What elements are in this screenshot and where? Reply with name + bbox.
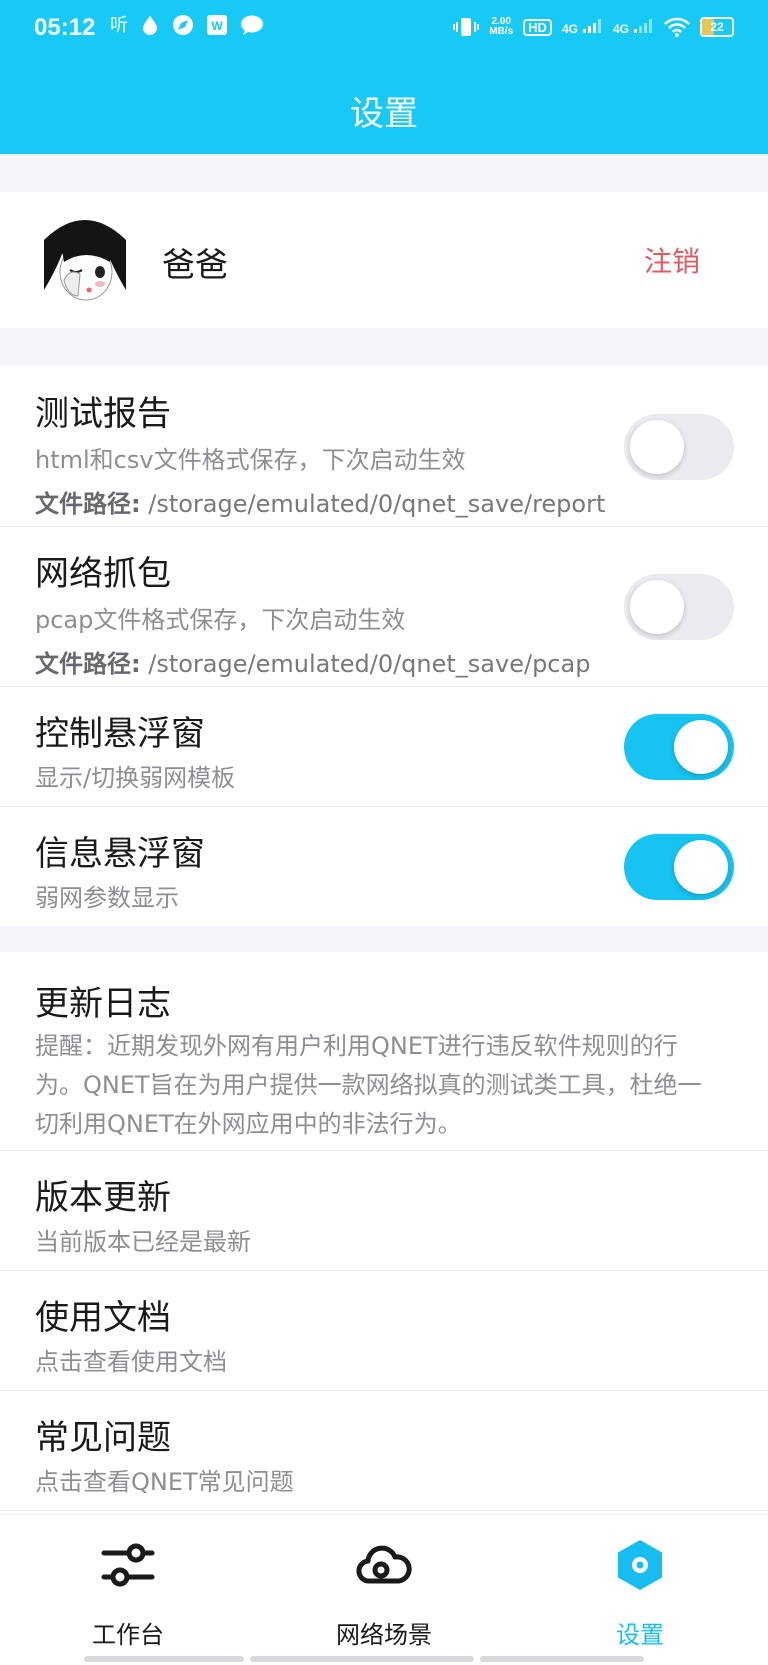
control-float-toggle[interactable]: [624, 714, 734, 780]
path-value: /storage/emulated/0/qnet_save/report: [148, 490, 606, 518]
changelog-title: 更新日志: [35, 984, 171, 1024]
test-report-toggle[interactable]: [624, 414, 734, 480]
faq-subtitle: 点击查看QNET常见问题: [35, 1468, 294, 1496]
tab-settings[interactable]: 设置: [512, 1515, 768, 1665]
docs-subtitle: 点击查看使用文档: [35, 1348, 227, 1376]
tab-network-scene[interactable]: 网络场景: [256, 1515, 512, 1665]
avatar[interactable]: [34, 210, 136, 312]
info-group: 更新日志 提醒：近期发现外网有用户利用QNET进行违反软件规则的行为。QNET旨…: [0, 952, 768, 1532]
docs-item[interactable]: 使用文档 点击查看使用文档: [0, 1270, 768, 1391]
tab-workbench[interactable]: 工作台: [0, 1515, 256, 1665]
gesture-bar-right: [480, 1656, 644, 1662]
network-speed: 2.00 MB/s: [489, 17, 513, 37]
username: 爸爸: [162, 245, 228, 284]
setting-subtitle: html和csv文件格式保存，下次启动生效: [35, 446, 466, 474]
notification-icons: 听 W: [110, 14, 264, 36]
vibrate-icon: [453, 18, 480, 36]
page-title: 设置: [350, 94, 418, 134]
packet-capture-toggle[interactable]: [624, 574, 734, 640]
tab-label: 网络场景: [336, 1621, 432, 1649]
wifi-icon: [664, 17, 690, 37]
gesture-bar-center: [250, 1656, 474, 1662]
chat-icon: [241, 15, 263, 35]
music-app-icon: 听: [110, 15, 128, 35]
tab-label: 设置: [616, 1621, 664, 1649]
setting-subtitle: 弱网参数显示: [35, 884, 179, 912]
setting-title: 网络抓包: [35, 554, 171, 594]
drop-icon: [143, 16, 157, 35]
setting-control-float: 控制悬浮窗 显示/切换弱网模板: [0, 686, 768, 807]
gesture-bar-left: [84, 1656, 244, 1662]
path-value: /storage/emulated/0/qnet_save/pcap: [148, 650, 591, 678]
profile-card: 爸爸 注销: [0, 192, 768, 328]
toggle-knob: [674, 840, 728, 894]
setting-title: 控制悬浮窗: [35, 714, 205, 754]
battery-level: 22: [710, 20, 724, 34]
changelog-item[interactable]: 更新日志 提醒：近期发现外网有用户利用QNET进行违反软件规则的行为。QNET旨…: [0, 952, 768, 1151]
toggle-knob: [674, 720, 728, 774]
net2-label: 4G: [612, 22, 629, 36]
cloud-icon: [356, 1545, 412, 1584]
docs-title: 使用文档: [35, 1298, 171, 1338]
toggle-knob: [630, 420, 684, 474]
setting-subtitle: pcap文件格式保存，下次启动生效: [35, 606, 406, 634]
wps-icon: W: [207, 15, 227, 35]
svg-text:W: W: [211, 19, 223, 33]
setting-subtitle: 显示/切换弱网模板: [35, 764, 236, 792]
faq-item[interactable]: 常见问题 点击查看QNET常见问题: [0, 1390, 768, 1511]
bottom-tab-bar: 工作台 网络场景 设置: [0, 1514, 768, 1665]
toggle-knob: [630, 580, 684, 634]
net1-label: 4G: [561, 22, 578, 36]
faq-title: 常见问题: [35, 1418, 171, 1458]
sliders-icon: [101, 1543, 155, 1587]
tab-label: 工作台: [92, 1621, 164, 1649]
version-update-item[interactable]: 版本更新 当前版本已经是最新: [0, 1150, 768, 1271]
version-subtitle: 当前版本已经是最新: [35, 1228, 251, 1256]
hexagon-settings-icon: [618, 1540, 662, 1590]
speed-unit: MB/s: [489, 26, 514, 37]
path-label: 文件路径:: [35, 650, 141, 678]
signal-4g-secondary-icon: 4G: [613, 18, 654, 36]
setting-packet-capture: 网络抓包 pcap文件格式保存，下次启动生效 文件路径: /storage/em…: [0, 526, 768, 687]
setting-path: 文件路径: /storage/emulated/0/qnet_save/pcap: [35, 644, 590, 679]
path-label: 文件路径:: [35, 490, 141, 518]
status-bar: 05:12 听 W 2.00 MB/s HD 4G 4G 22: [0, 0, 768, 60]
battery-icon: 22: [700, 17, 734, 37]
setting-title: 测试报告: [35, 394, 171, 434]
logout-button[interactable]: 注销: [644, 240, 700, 280]
compass-icon: [173, 15, 193, 35]
hd-icon: HD: [523, 18, 552, 36]
signal-4g-icon: 4G: [562, 18, 603, 36]
info-float-toggle[interactable]: [624, 834, 734, 900]
changelog-notice: 提醒：近期发现外网有用户利用QNET进行违反软件规则的行为。QNET旨在为用户提…: [35, 1032, 702, 1138]
setting-test-report: 测试报告 html和csv文件格式保存，下次启动生效 文件路径: /storag…: [0, 366, 768, 527]
status-time: 05:12: [34, 14, 96, 41]
version-title: 版本更新: [35, 1178, 171, 1218]
setting-path: 文件路径: /storage/emulated/0/qnet_save/repo…: [35, 484, 605, 519]
header: 设置: [0, 60, 768, 154]
setting-info-float: 信息悬浮窗 弱网参数显示: [0, 806, 768, 926]
system-icons: 2.00 MB/s HD 4G 4G 22: [453, 16, 734, 38]
settings-group: 测试报告 html和csv文件格式保存，下次启动生效 文件路径: /storag…: [0, 366, 768, 926]
setting-title: 信息悬浮窗: [35, 834, 205, 874]
